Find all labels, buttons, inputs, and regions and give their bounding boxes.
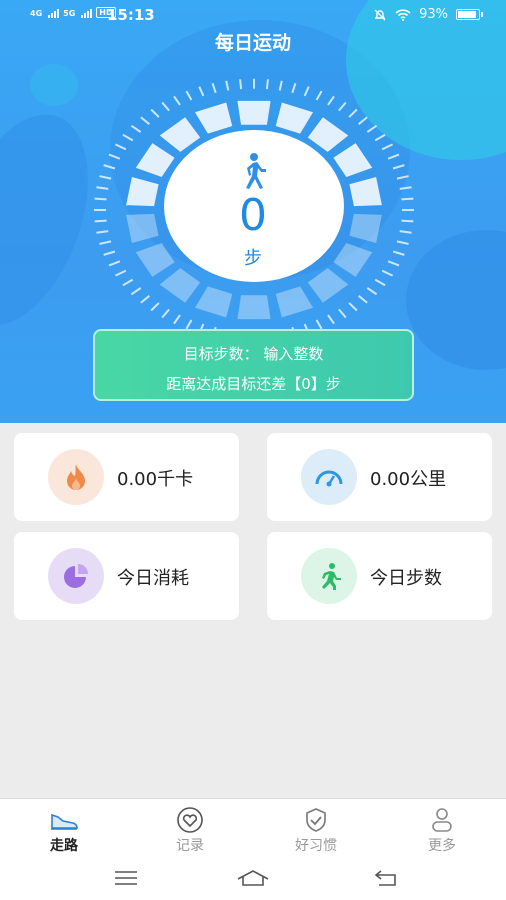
dial-segment bbox=[159, 117, 201, 152]
person-icon bbox=[432, 808, 452, 832]
dial-tick bbox=[161, 101, 170, 112]
bottom-tab-bar: 走路 记录 好习惯 更多 bbox=[0, 798, 506, 858]
dial-tick bbox=[108, 153, 121, 160]
dial-tick bbox=[198, 86, 205, 97]
dial-tick bbox=[327, 95, 335, 106]
step-unit: 步 bbox=[244, 248, 262, 269]
dial-tick bbox=[358, 116, 368, 125]
daily-steps-card[interactable]: 今日步数 bbox=[267, 532, 492, 620]
dial-tick bbox=[303, 86, 310, 97]
dial-tick bbox=[225, 80, 230, 91]
tab-habits[interactable]: 好习惯 bbox=[276, 807, 356, 855]
dial-tick bbox=[381, 143, 393, 151]
tab-records[interactable]: 记录 bbox=[150, 807, 230, 855]
consumption-card[interactable]: 今日消耗 bbox=[14, 532, 239, 620]
dial-tick bbox=[374, 133, 386, 142]
walking-person-icon bbox=[246, 153, 266, 189]
dial-segment bbox=[159, 268, 201, 303]
distance-card[interactable]: 0.00公里 bbox=[267, 433, 492, 521]
dial-tick bbox=[130, 124, 142, 133]
dial-tick bbox=[115, 143, 127, 151]
speedometer-icon bbox=[301, 449, 357, 505]
dial-segment bbox=[135, 143, 175, 178]
dial-tick bbox=[392, 164, 405, 170]
goal-remaining-text: 距离达成目标还差【0】步 bbox=[166, 375, 341, 393]
dial-tick bbox=[315, 90, 323, 101]
runner-icon bbox=[301, 548, 357, 604]
dial-tick bbox=[366, 124, 378, 133]
dial-tick bbox=[185, 90, 193, 101]
dial-tick bbox=[396, 175, 409, 180]
dial-tick bbox=[315, 319, 323, 330]
check-badge-icon bbox=[306, 808, 326, 832]
dial-tick bbox=[96, 186, 109, 190]
calories-card[interactable]: 0.00千卡 bbox=[14, 433, 239, 521]
dial-tick bbox=[265, 79, 269, 90]
dial-tick bbox=[173, 314, 181, 325]
home-icon[interactable] bbox=[233, 866, 273, 890]
dial-tick bbox=[130, 287, 142, 296]
dial-segment bbox=[333, 143, 373, 178]
dial-tick bbox=[338, 101, 347, 112]
dial-tick bbox=[239, 79, 243, 90]
dial-tick bbox=[278, 80, 283, 91]
back-icon[interactable] bbox=[366, 866, 406, 890]
dial-tick bbox=[122, 278, 134, 287]
dial-segment bbox=[194, 286, 233, 318]
dial-tick bbox=[338, 308, 347, 319]
tab-habits-label: 好习惯 bbox=[295, 838, 337, 854]
goal-target-input[interactable]: 目标步数： 输入整数 bbox=[95, 343, 412, 364]
dial-tick bbox=[150, 302, 160, 312]
dial-segment bbox=[307, 117, 349, 152]
dial-tick bbox=[150, 108, 160, 118]
dial-tick bbox=[366, 287, 378, 296]
dial-segment bbox=[275, 286, 314, 318]
distance-label: 0.00公里 bbox=[370, 469, 447, 490]
calories-label: 0.00千卡 bbox=[117, 469, 194, 490]
tab-more-label: 更多 bbox=[428, 838, 456, 854]
dial-tick bbox=[399, 186, 412, 190]
dial-tick bbox=[103, 164, 116, 170]
dial-tick bbox=[381, 269, 393, 277]
dial-tick bbox=[140, 295, 150, 304]
dial-segment bbox=[237, 295, 271, 320]
goal-panel[interactable]: 目标步数： 输入整数 距离达成目标还差【0】步 bbox=[93, 329, 414, 401]
daily-steps-label: 今日步数 bbox=[370, 568, 442, 589]
tab-more[interactable]: 更多 bbox=[402, 807, 482, 855]
system-nav-bar bbox=[0, 858, 506, 900]
dial-tick bbox=[358, 295, 368, 304]
dial-tick bbox=[327, 314, 335, 325]
dial-tick bbox=[161, 308, 170, 319]
consumption-label: 今日消耗 bbox=[117, 568, 189, 589]
heart-icon bbox=[177, 807, 203, 833]
pie-chart-icon bbox=[48, 548, 104, 604]
dial-tick bbox=[211, 82, 217, 94]
tab-walk[interactable]: 走路 bbox=[24, 807, 104, 855]
dial-tick bbox=[99, 175, 112, 180]
dial-tick bbox=[185, 319, 193, 330]
dial-segment bbox=[275, 102, 314, 134]
dial-tick bbox=[374, 278, 386, 287]
tab-records-label: 记录 bbox=[176, 838, 204, 854]
dial-segment bbox=[307, 268, 349, 303]
step-count: 0 bbox=[239, 190, 267, 241]
dial-tick bbox=[387, 153, 400, 160]
shoe-icon bbox=[51, 813, 78, 830]
menu-icon[interactable] bbox=[106, 866, 146, 890]
dial-tick bbox=[173, 95, 181, 106]
header-area: 4G 5G HD 15:13 93% 每日运动 0 步 目标步数： 输入整数 距… bbox=[0, 0, 506, 423]
dial-tick bbox=[348, 108, 358, 118]
dial-tick bbox=[348, 302, 358, 312]
dial-tick bbox=[140, 116, 150, 125]
dial-tick bbox=[122, 133, 134, 142]
dial-tick bbox=[291, 82, 297, 94]
flame-icon bbox=[48, 449, 104, 505]
tab-walk-label: 走路 bbox=[50, 838, 78, 854]
dial-segment bbox=[237, 100, 271, 125]
dial-segment bbox=[194, 102, 233, 134]
dial-tick bbox=[115, 269, 127, 277]
